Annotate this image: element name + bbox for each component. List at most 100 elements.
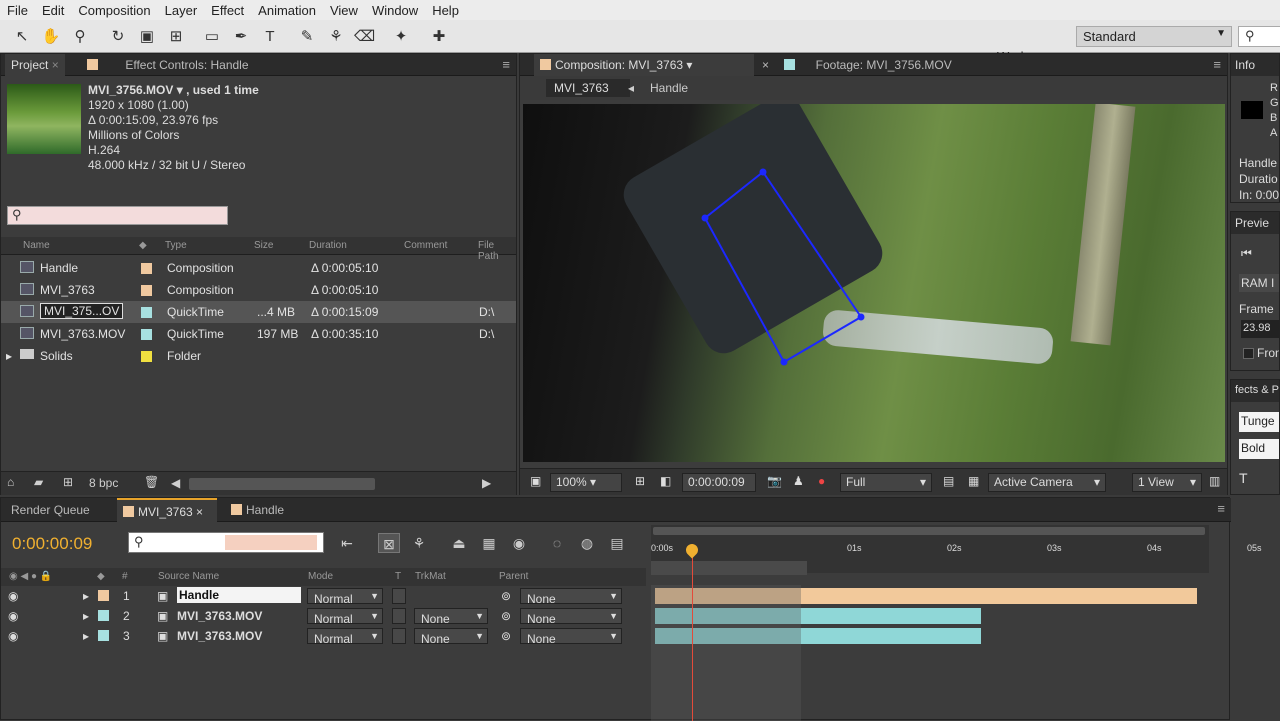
tab-mvi3763[interactable]: MVI_3763 × bbox=[117, 498, 217, 522]
bit-depth-label[interactable]: 8 bpc bbox=[89, 476, 118, 490]
menu-help[interactable]: Help bbox=[425, 3, 466, 18]
menu-edit[interactable]: Edit bbox=[35, 3, 71, 18]
playhead-line[interactable] bbox=[692, 544, 693, 721]
comp-mini-flowchart-icon[interactable]: ⇤ bbox=[336, 533, 358, 553]
rotation-tool-icon[interactable]: ↻ bbox=[108, 27, 128, 47]
pickwhip-icon[interactable]: ⊚ bbox=[501, 609, 511, 623]
twirl-down-icon[interactable]: ▸ bbox=[83, 629, 89, 643]
first-frame-icon[interactable]: ⏮ bbox=[1241, 246, 1252, 261]
zoom-tool-icon[interactable]: ⚲ bbox=[70, 27, 90, 47]
twirl-down-icon[interactable]: ▸ bbox=[83, 589, 89, 603]
rectangle-tool-icon[interactable]: ▭ bbox=[202, 27, 222, 47]
transparency-grid-icon[interactable]: ▦ bbox=[963, 473, 984, 492]
layer-name[interactable]: MVI_3763.MOV bbox=[177, 609, 262, 623]
roto-brush-tool-icon[interactable]: ✦ bbox=[391, 27, 411, 47]
hand-tool-icon[interactable]: ✋ bbox=[41, 27, 61, 47]
col-duration[interactable]: Duration bbox=[309, 240, 347, 251]
time-ruler[interactable]: 0:00s 01s 02s 03s 04s 05s bbox=[651, 525, 1262, 575]
twirl-down-icon[interactable]: ▸ bbox=[83, 609, 89, 623]
menu-animation[interactable]: Animation bbox=[251, 3, 323, 18]
font-family-field[interactable]: Tunge bbox=[1239, 412, 1279, 432]
grid-icon[interactable]: ⊞ bbox=[630, 473, 650, 492]
menu-window[interactable]: Window bbox=[365, 3, 425, 18]
col-mode[interactable]: Mode bbox=[308, 571, 333, 582]
scroll-left-icon[interactable]: ◀ bbox=[171, 476, 180, 490]
menu-file[interactable]: File bbox=[0, 3, 35, 18]
blend-mode-select[interactable]: Normal ▼ bbox=[307, 608, 383, 626]
toggle-pixel-icon[interactable]: ▥ bbox=[1204, 473, 1225, 492]
av-features-icon[interactable]: ◉ ◀ ● 🔒 bbox=[9, 571, 52, 582]
auto-keyframe-icon[interactable]: ◌ bbox=[546, 533, 568, 553]
horizontal-scrollbar[interactable] bbox=[189, 478, 375, 490]
panel-menu-icon[interactable]: ≡ bbox=[1213, 57, 1221, 72]
mask-visibility-icon[interactable]: ◧ bbox=[655, 473, 676, 492]
workspace-select[interactable]: Standard ▼ bbox=[1076, 26, 1232, 47]
menu-effect[interactable]: Effect bbox=[204, 3, 251, 18]
brainstorm-icon[interactable]: ◉ bbox=[508, 533, 530, 553]
parent-select[interactable]: None ▼ bbox=[520, 628, 622, 646]
panel-menu-icon[interactable]: ≡ bbox=[502, 57, 510, 72]
col-size[interactable]: Size bbox=[254, 240, 273, 251]
frame-blending-icon[interactable]: ⏏ bbox=[448, 533, 470, 553]
visibility-eye-icon[interactable]: ◉ bbox=[8, 609, 18, 623]
visibility-eye-icon[interactable]: ◉ bbox=[8, 629, 18, 643]
motion-blur-icon[interactable]: ▦ bbox=[478, 533, 500, 553]
blend-mode-select[interactable]: Normal ▼ bbox=[307, 628, 383, 646]
interpret-footage-icon[interactable]: ⌂ bbox=[7, 475, 14, 489]
trash-icon[interactable]: 🗑 bbox=[144, 475, 159, 489]
label-swatch[interactable] bbox=[141, 285, 152, 296]
eraser-tool-icon[interactable]: ⌫ bbox=[354, 27, 375, 47]
draft-3d-icon[interactable]: ⊠ bbox=[378, 533, 400, 553]
col-name[interactable]: Name bbox=[23, 240, 50, 251]
tab-effects-presets[interactable]: fects & P bbox=[1231, 380, 1279, 402]
color-channel-icon[interactable]: ● bbox=[813, 473, 830, 492]
parent-select[interactable]: None ▼ bbox=[520, 608, 622, 626]
layer-row[interactable]: ◉ ▸ 1 ▣ Handle Normal ▼ ⊚ None ▼ bbox=[1, 586, 646, 606]
col-comment[interactable]: Comment bbox=[404, 240, 447, 251]
ram-preview-options[interactable]: RAM I bbox=[1239, 274, 1279, 292]
tab-render-queue[interactable]: Render Queue bbox=[5, 498, 96, 522]
render-region-icon[interactable]: ▤ bbox=[606, 533, 628, 553]
tab-preview[interactable]: Previe bbox=[1231, 212, 1279, 234]
label-swatch[interactable] bbox=[141, 263, 152, 274]
pen-tool-icon[interactable]: ✒ bbox=[231, 27, 251, 47]
label-icon[interactable]: ◆ bbox=[139, 240, 147, 251]
pan-behind-tool-icon[interactable]: ⊞ bbox=[166, 27, 186, 47]
label-swatch[interactable] bbox=[141, 351, 152, 362]
layer-name[interactable]: Handle bbox=[177, 587, 301, 603]
track-matte-select[interactable]: None ▼ bbox=[414, 628, 488, 646]
text-tool-icon[interactable]: T bbox=[260, 27, 280, 47]
work-area-bar[interactable] bbox=[653, 527, 1205, 535]
current-time[interactable]: 0:00:00:09 bbox=[12, 534, 92, 554]
col-type[interactable]: Type bbox=[165, 240, 187, 251]
project-item[interactable]: Handle Composition Δ 0:00:05:10 bbox=[1, 257, 516, 279]
tab-project[interactable]: Project × bbox=[5, 54, 65, 76]
magnification-select[interactable]: 100% ▾ bbox=[550, 473, 622, 492]
comp-canvas[interactable] bbox=[523, 104, 1225, 462]
crumb-mvi3763[interactable]: MVI_3763 bbox=[546, 79, 630, 97]
label-swatch[interactable] bbox=[141, 307, 152, 318]
resolution-select[interactable]: Full ▾ bbox=[840, 473, 932, 492]
layer-row[interactable]: ◉ ▸ 3 ▣ MVI_3763.MOV Normal ▼ None ▼ ⊚ None ▼ bbox=[1, 626, 646, 646]
new-folder-icon[interactable]: ▰ bbox=[34, 475, 43, 489]
tab-handle[interactable]: Handle bbox=[225, 498, 290, 522]
layer-name[interactable]: MVI_3763.MOV bbox=[177, 629, 262, 643]
layer-row[interactable]: ◉ ▸ 2 ▣ MVI_3763.MOV Normal ▼ None ▼ ⊚ None ▼ bbox=[1, 606, 646, 626]
crumb-handle[interactable]: Handle bbox=[650, 81, 688, 95]
preserve-transparency-checkbox[interactable] bbox=[392, 628, 406, 644]
col-trkmat[interactable]: TrkMat bbox=[415, 571, 446, 582]
project-item[interactable]: MVI_3763.MOV QuickTime 197 MB Δ 0:00:35:10 D… bbox=[1, 323, 516, 345]
close-tab-icon[interactable]: × bbox=[756, 54, 775, 76]
frame-rate-field[interactable]: 23.98 bbox=[1241, 320, 1279, 338]
pickwhip-icon[interactable]: ⊚ bbox=[501, 589, 511, 603]
show-snapshot-icon[interactable]: ♟ bbox=[788, 473, 809, 492]
from-current-checkbox[interactable] bbox=[1243, 348, 1254, 359]
project-item[interactable]: ▸ Solids Folder bbox=[1, 345, 516, 367]
region-icon[interactable]: ▣ bbox=[525, 473, 546, 492]
pickwhip-icon[interactable]: ⊚ bbox=[501, 629, 511, 643]
label-swatch[interactable] bbox=[98, 610, 109, 621]
blend-mode-select[interactable]: Normal ▼ bbox=[307, 588, 383, 606]
panel-menu-icon[interactable]: ≡ bbox=[1217, 501, 1225, 516]
tab-info[interactable]: Info bbox=[1231, 54, 1279, 76]
shy-layers-icon[interactable]: ⚘ bbox=[408, 533, 430, 553]
